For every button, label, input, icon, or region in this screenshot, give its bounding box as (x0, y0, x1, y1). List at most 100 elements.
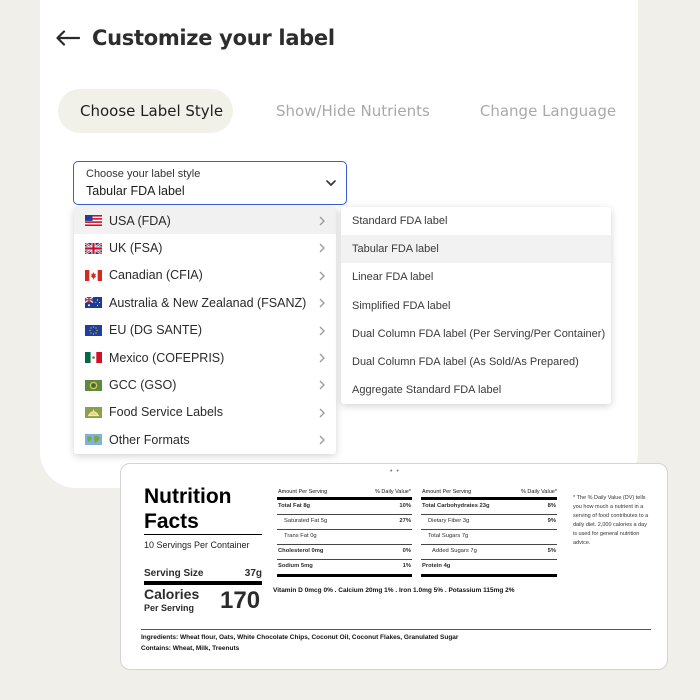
contains-text: Contains: Wheat, Milk, Treenuts (141, 645, 240, 652)
vitamins-line: Vitamin D 0mcg 0% . Calcium 20mg 1% . Ir… (273, 587, 515, 594)
menu-item-label: EU (DG SANTE) (109, 323, 203, 338)
tab-bar: Choose Label Style Show/Hide Nutrients C… (58, 89, 616, 133)
gcc-flag-icon (85, 379, 102, 391)
menu-item-gcc[interactable]: GCC (GSO) (74, 371, 336, 398)
menu-item-label: UK (FSA) (109, 241, 163, 256)
us-flag-icon (85, 215, 102, 227)
chevron-right-icon (319, 408, 325, 418)
serving-rule (144, 581, 262, 585)
menu-item-uk[interactable]: UK (FSA) (74, 234, 336, 261)
menu-item-label: GCC (GSO) (109, 378, 177, 393)
nutrition-facts-title: Nutrition Facts (144, 484, 231, 534)
nutrient-row: Total Fat 8g 10% (278, 503, 411, 509)
label-preview-card: • • Nutrition Facts 10 Servings Per Cont… (120, 463, 668, 670)
nutrient-row: Added Sugars 7g 5% (432, 548, 556, 554)
left-table-rule (277, 497, 412, 500)
submenu-item-linear[interactable]: Linear FDA label (341, 263, 611, 291)
calories-label: Calories (144, 586, 200, 602)
nutrient-row: Saturated Fat 5g 27% (284, 518, 411, 524)
row-divider (277, 544, 412, 545)
title-line-1: Nutrition (144, 485, 232, 508)
right-table-rule (421, 497, 557, 500)
submenu-item-standard[interactable]: Standard FDA label (341, 207, 611, 235)
per-serving-label: Per Serving (144, 603, 195, 613)
chevron-right-icon (319, 298, 325, 308)
tab-change-language[interactable]: Change Language (480, 89, 616, 133)
row-divider (421, 544, 557, 545)
nutrient-dv: 10% (399, 503, 411, 509)
menu-item-usa[interactable]: USA (FDA) (74, 207, 336, 235)
menu-item-label: USA (FDA) (109, 213, 171, 228)
row-divider (277, 514, 412, 515)
menu-item-label: Australia & New Zealanad (FSANZ) (109, 295, 307, 310)
row-divider (277, 559, 412, 560)
daily-value-footnote: * The % Daily Value (DV) tells you how m… (573, 495, 649, 546)
row-divider (277, 529, 412, 530)
chevron-right-icon (319, 243, 325, 253)
nutrient-name: Protein 4g (422, 563, 451, 569)
nutrient-row: Total Carbohydrates 23g 8% (422, 503, 556, 509)
region-menu: USA (FDA) UK (FSA) Canadian (CFIA) Austr… (74, 207, 336, 454)
eu-flag-icon (85, 324, 102, 336)
label-style-select[interactable]: Choose your label style Tabular FDA labe… (73, 161, 347, 205)
uk-flag-icon (85, 242, 102, 254)
label-style-submenu: Standard FDA label Tabular FDA label Lin… (341, 207, 611, 404)
menu-item-mexico[interactable]: Mexico (COFEPRIS) (74, 344, 336, 371)
tab-show-hide-nutrients[interactable]: Show/Hide Nutrients (276, 89, 430, 133)
chevron-right-icon (319, 435, 325, 445)
chevron-right-icon (319, 271, 325, 281)
submenu-item-simplified[interactable]: Simplified FDA label (341, 292, 611, 320)
row-divider (421, 559, 557, 560)
menu-item-canada[interactable]: Canadian (CFIA) (74, 262, 336, 289)
row-divider (421, 514, 557, 515)
menu-item-food-service[interactable]: Food Service Labels (74, 399, 336, 426)
submenu-item-tabular[interactable]: Tabular FDA label (341, 235, 611, 264)
nutrient-dv: 8% (547, 503, 556, 509)
page-title: Customize your label (92, 26, 335, 50)
submenu-item-aggregate[interactable]: Aggregate Standard FDA label (341, 376, 611, 404)
food-service-icon (85, 406, 102, 418)
right-header-dv: % Daily Value* (521, 489, 557, 495)
nutrient-row: Dietary Fiber 3g 9% (428, 518, 556, 524)
right-header-amount: Amount Per Serving (422, 489, 472, 495)
nutrient-row: Trans Fat 0g (284, 533, 411, 539)
drag-handle-icon: • • (390, 468, 400, 475)
menu-item-label: Food Service Labels (109, 405, 223, 420)
menu-item-australia[interactable]: Australia & New Zealanad (FSANZ) (74, 289, 336, 316)
page-header: Customize your label (56, 24, 335, 52)
nutrient-row: Sodium 5mg 1% (278, 563, 411, 569)
nutrient-name: Added Sugars 7g (432, 548, 477, 554)
submenu-item-dual-column-serving[interactable]: Dual Column FDA label (Per Serving/Per C… (341, 320, 611, 348)
nutrient-dv: 1% (402, 563, 411, 569)
left-header-dv: % Daily Value* (375, 489, 411, 495)
ingredients-block: Ingredients: Wheat flour, Oats, White Ch… (141, 632, 458, 654)
nutrient-dv: 27% (399, 518, 411, 524)
calories-value: 170 (220, 587, 261, 614)
select-value: Tabular FDA label (86, 184, 185, 198)
nutrient-name: Cholesterol 0mg (278, 548, 324, 554)
nutrient-name: Total Sugars 7g (428, 533, 469, 539)
nutrient-name: Dietary Fiber 3g (428, 518, 470, 524)
select-label: Choose your label style (86, 168, 201, 180)
serving-size-value: 37g (244, 568, 262, 579)
nutrient-dv: 5% (547, 548, 556, 554)
arrow-left-icon[interactable] (56, 28, 82, 48)
nutrient-dv: 0% (402, 548, 411, 554)
chevron-right-icon (319, 326, 325, 336)
mexico-flag-icon (85, 352, 102, 364)
menu-item-label: Mexico (COFEPRIS) (109, 350, 225, 365)
menu-item-label: Other Formats (109, 432, 190, 447)
tab-choose-label-style[interactable]: Choose Label Style (58, 89, 233, 133)
nutrient-row: Protein 4g (422, 563, 556, 569)
nutrient-name: Trans Fat 0g (284, 533, 317, 539)
submenu-item-dual-column-sold[interactable]: Dual Column FDA label (As Sold/As Prepar… (341, 348, 611, 376)
chevron-right-icon (319, 216, 325, 226)
canada-flag-icon (85, 269, 102, 281)
left-header-amount: Amount Per Serving (278, 489, 328, 495)
menu-item-label: Canadian (CFIA) (109, 268, 203, 283)
ingredients-text: Ingredients: Wheat flour, Oats, White Ch… (141, 634, 459, 641)
menu-item-eu[interactable]: EU (DG SANTE) (74, 317, 336, 344)
serving-size-label: Serving Size (144, 568, 204, 579)
menu-item-other-formats[interactable]: Other Formats (74, 426, 336, 453)
left-table-bottom-rule (277, 574, 412, 577)
